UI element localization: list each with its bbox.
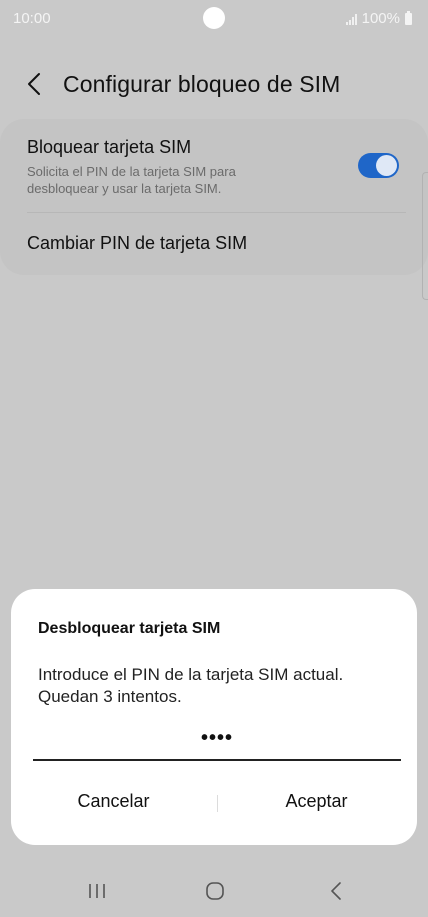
nav-back-icon[interactable] [329,881,343,901]
pin-input[interactable] [33,717,401,761]
battery-icon [405,10,412,25]
camera-cutout [203,7,225,29]
back-arrow-icon[interactable] [24,72,46,96]
home-icon[interactable] [206,882,224,900]
status-time: 10:00 [13,10,51,27]
signal-icon [345,13,357,25]
recents-icon[interactable] [88,883,106,899]
divider [27,212,406,213]
change-pin-row[interactable]: Cambiar PIN de tarjeta SIM [27,233,247,254]
navigation-bar [0,868,428,917]
page-title: Configurar bloqueo de SIM [63,71,341,97]
app-header: Configurar bloqueo de SIM [0,62,428,106]
lock-sim-toggle[interactable] [358,153,399,178]
unlock-sim-dialog: Desbloquear tarjeta SIM Introduce el PIN… [11,589,417,845]
accept-button[interactable]: Aceptar [216,791,417,812]
lock-sim-title: Bloquear tarjeta SIM [27,137,192,157]
lock-sim-description: Solicita el PIN de la tarjeta SIM para d… [27,164,236,196]
dialog-title: Desbloquear tarjeta SIM [38,620,221,637]
toggle-knob [376,155,397,176]
cancel-button[interactable]: Cancelar [11,791,216,812]
settings-card: Bloquear tarjeta SIM Solicita el PIN de … [0,119,428,275]
status-indicators: 100% [345,10,412,27]
lock-sim-row[interactable]: Bloquear tarjeta SIM Solicita el PIN de … [27,137,407,197]
dialog-message: Introduce el PIN de la tarjeta SIM actua… [38,665,344,706]
status-bar: 10:00 100% [0,0,428,38]
battery-percent: 100% [361,10,400,27]
scroll-indicator[interactable] [422,172,428,300]
